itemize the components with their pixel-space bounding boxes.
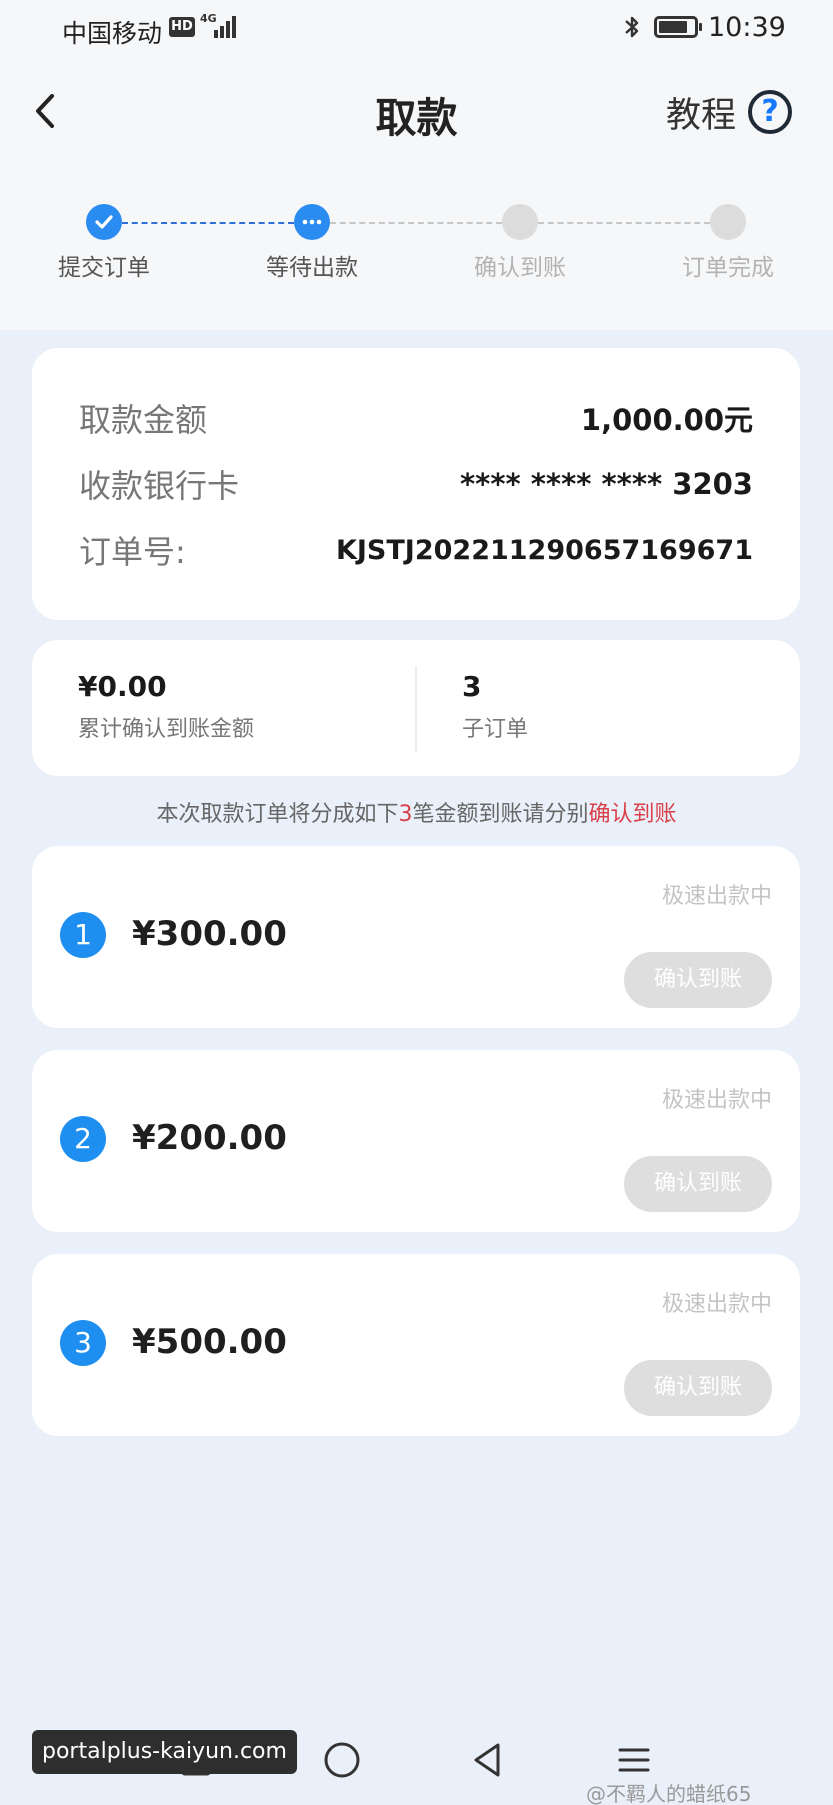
confirmed-amount-value: ¥0.00	[78, 670, 167, 703]
divider	[415, 666, 417, 752]
tutorial-button[interactable]: 教程 ?	[666, 84, 793, 140]
step-done-icon	[86, 204, 122, 240]
order-info-card: 取款金额 1,000.00元 收款银行卡 **** **** **** 3203…	[32, 348, 800, 620]
split-notice: 本次取款订单将分成如下3笔金额到账请分别确认到账	[0, 796, 833, 828]
sub-order-amount: ¥200.00	[132, 1118, 287, 1158]
amount-row: 取款金额 1,000.00元	[79, 394, 753, 442]
sub-order-status: 极速出款中	[661, 1088, 772, 1113]
bluetooth-icon	[625, 16, 639, 38]
step-label: 确认到账	[474, 255, 566, 281]
order-number-row: 订单号: KJSTJ2022112906571696​71	[79, 526, 753, 574]
confirmed-amount-label: 累计确认到账金额	[78, 717, 255, 742]
confirm-received-button[interactable]: 确认到账	[624, 1360, 772, 1416]
order-number-value: KJSTJ2022112906571696​71	[335, 534, 753, 566]
step-label: 等待出款	[266, 255, 358, 281]
sub-order-status: 极速出款中	[661, 884, 772, 909]
sub-order-amount: ¥500.00	[132, 1322, 287, 1362]
bank-card-row: 收款银行卡 **** **** **** 3203	[79, 460, 753, 508]
suborder-count-value: 3	[462, 670, 482, 703]
sub-order-amount: ¥300.00	[132, 914, 287, 954]
sub-order-index-badge: 3	[60, 1320, 106, 1366]
menu-icon[interactable]	[614, 1740, 654, 1780]
suborder-count-label: 子订单	[462, 717, 529, 742]
step-pending-icon	[710, 204, 746, 240]
hd-badge: HD	[169, 17, 195, 37]
carrier-name: 中国移动	[62, 19, 163, 48]
home-icon[interactable]	[322, 1740, 362, 1780]
bank-card-value: **** **** **** 3203	[460, 467, 753, 501]
confirm-received-button[interactable]: 确认到账	[624, 1156, 772, 1212]
sub-order-card: 2 ¥200.00 极速出款中 确认到账	[32, 1050, 800, 1232]
battery-icon	[654, 16, 702, 38]
step-connector	[538, 222, 710, 224]
notice-prefix: 本次取款订单将分成如下	[156, 802, 399, 827]
url-watermark: portalplus-kaiyun.com	[32, 1730, 297, 1774]
step-connector	[330, 222, 502, 224]
help-icon: ?	[748, 90, 793, 134]
notice-confirm-link[interactable]: 确认到账	[589, 802, 677, 827]
notice-middle: 笔金额到账请分别	[412, 802, 589, 827]
clock: 10:39	[708, 12, 786, 43]
sub-order-card: 1 ¥300.00 极速出款中 确认到账	[32, 846, 800, 1028]
bank-card-label: 收款银行卡	[79, 467, 240, 505]
sub-order-card: 3 ¥500.00 极速出款中 确认到账	[32, 1254, 800, 1436]
step-pending-icon	[502, 204, 538, 240]
step-label: 提交订单	[58, 255, 150, 281]
author-watermark: @不羁人的蜡纸65	[586, 1782, 752, 1805]
confirmed-amount-stat: ¥0.00 累计确认到账金额	[78, 670, 254, 743]
amount-value: 1,000.00元	[580, 403, 753, 437]
sub-order-status: 极速出款中	[661, 1292, 772, 1317]
tutorial-label: 教程	[666, 95, 737, 136]
suborder-count-stat: 3 子订单	[462, 670, 528, 743]
notice-count: 3	[398, 802, 413, 827]
status-bar: 中国移动 HD 4G 10:39	[0, 0, 833, 60]
sub-order-index-badge: 2	[60, 1116, 106, 1162]
amount-label: 取款金额	[79, 401, 208, 439]
stats-card: ¥0.00 累计确认到账金额 3 子订单	[32, 640, 800, 776]
confirm-received-button[interactable]: 确认到账	[624, 952, 772, 1008]
sub-order-index-badge: 1	[60, 912, 106, 958]
back-button[interactable]	[26, 88, 66, 134]
step-in-progress-icon	[294, 204, 330, 240]
step-connector	[122, 222, 294, 224]
order-number-label: 订单号:	[79, 533, 186, 571]
step-label: 订单完成	[682, 255, 774, 281]
back-nav-icon[interactable]	[468, 1740, 508, 1780]
progress-stepper: 提交订单 等待出款 确认到账 订单完成	[0, 200, 833, 290]
signal-icon	[214, 14, 240, 38]
